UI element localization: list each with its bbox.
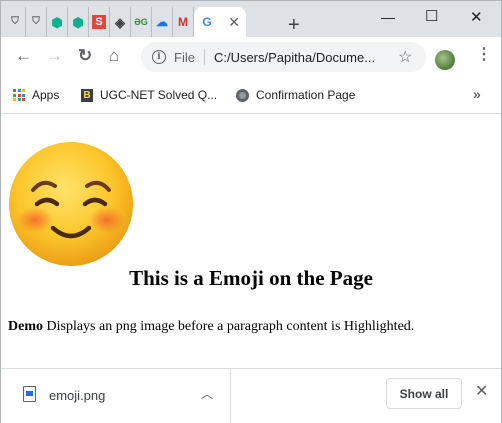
minimize-icon[interactable]: — xyxy=(381,9,395,25)
browser-window: ⛉ ⛉ ⬢ ⬢ S ◈ ƏG ☁ M G ✕ + — ☐ ✕ ← → ↻ ⌂ i… xyxy=(0,0,502,423)
bookmark-apps-label: Apps xyxy=(32,88,60,102)
tab-2[interactable]: ⛉ xyxy=(26,7,47,37)
tab-list: ⛉ ⛉ ⬢ ⬢ S ◈ ƏG ☁ M G ✕ xyxy=(5,7,246,37)
smiling-emoji-image xyxy=(9,142,133,266)
close-shelf-icon[interactable]: ✕ xyxy=(475,384,488,400)
page-content: This is a Emoji on the Page Demo Display… xyxy=(1,114,501,368)
navigation-toolbar: ← → ↻ ⌂ i File C:/Users/Papitha/Docume..… xyxy=(1,37,501,77)
tab-6[interactable]: ◈ xyxy=(110,7,131,37)
demo-paragraph: Demo Displays an png image before a para… xyxy=(8,319,414,335)
chevron-up-icon[interactable]: ︿ xyxy=(201,385,213,402)
download-item[interactable]: emoji.png ︿ xyxy=(1,369,231,423)
tab-active[interactable]: G ✕ xyxy=(194,7,246,37)
profile-avatar[interactable] xyxy=(435,50,455,70)
show-all-button[interactable]: Show all xyxy=(386,378,462,409)
home-icon[interactable]: ⌂ xyxy=(109,47,119,64)
bookmark-confirmation-page[interactable]: Confirmation Page xyxy=(236,88,355,102)
back-arrow-icon[interactable]: ← xyxy=(15,47,32,64)
globe-icon xyxy=(236,88,249,102)
forward-arrow-icon[interactable]: → xyxy=(46,47,63,64)
url-text[interactable]: C:/Users/Papitha/Docume... xyxy=(214,50,392,65)
tab-close-icon[interactable]: ✕ xyxy=(228,14,240,31)
new-tab-icon[interactable]: + xyxy=(288,15,300,35)
bookmark-ugc-net[interactable]: B UGC-NET Solved Q... xyxy=(81,88,217,102)
gmail-icon: M xyxy=(178,15,188,29)
tab-1[interactable]: ⛉ xyxy=(5,7,26,37)
bookmarks-bar: Apps B UGC-NET Solved Q... Confirmation … xyxy=(1,77,501,114)
demo-label: Demo xyxy=(8,319,43,334)
window-close-icon[interactable]: ✕ xyxy=(470,8,483,26)
tab-strip: ⛉ ⛉ ⬢ ⬢ S ◈ ƏG ☁ M G ✕ + — ☐ ✕ xyxy=(1,1,501,37)
tab-9[interactable]: M xyxy=(173,7,194,37)
bookmark-star-icon[interactable]: ☆ xyxy=(398,50,412,66)
diamond-icon: ◈ xyxy=(115,14,125,30)
cloud-icon: ☁ xyxy=(156,15,168,29)
bookmark-apps[interactable]: Apps xyxy=(13,88,59,102)
google-icon: G xyxy=(202,15,212,29)
download-shelf: emoji.png ︿ Show all ✕ xyxy=(1,368,501,423)
tab-7[interactable]: ƏG xyxy=(131,7,152,37)
more-menu-icon[interactable]: ⋮ xyxy=(476,47,492,63)
tab-4[interactable]: ⬢ xyxy=(68,7,89,37)
bookmark-confirmation-label: Confirmation Page xyxy=(256,88,356,102)
tab-5[interactable]: S xyxy=(89,7,110,37)
image-file-icon xyxy=(23,386,36,402)
ugc-favicon-icon: B xyxy=(81,88,93,102)
page-heading: This is a Emoji on the Page xyxy=(129,266,373,290)
address-bar[interactable]: i File C:/Users/Papitha/Docume... xyxy=(141,42,426,72)
demo-text: Displays an png image before a paragraph… xyxy=(43,319,415,334)
shield-icon: ⛉ xyxy=(11,16,19,27)
shield-icon: ⛉ xyxy=(32,16,40,27)
tab-8[interactable]: ☁ xyxy=(152,7,173,37)
maximize-icon[interactable]: ☐ xyxy=(425,7,438,25)
s-logo-icon: S xyxy=(92,15,106,29)
more-bookmarks-icon[interactable]: » xyxy=(473,86,481,102)
reload-icon[interactable]: ↻ xyxy=(78,47,92,64)
hexagon-icon: ⬢ xyxy=(72,14,84,30)
gfg-logo-icon: ƏG xyxy=(134,16,148,27)
download-filename: emoji.png xyxy=(49,388,106,403)
bookmark-ugc-net-label: UGC-NET Solved Q... xyxy=(100,88,218,102)
tab-3[interactable]: ⬢ xyxy=(47,7,68,37)
scheme-label: File xyxy=(174,49,195,65)
info-icon[interactable]: i xyxy=(152,50,166,64)
hexagon-icon: ⬢ xyxy=(51,14,63,30)
apps-grid-icon xyxy=(13,89,25,101)
omnibox-divider xyxy=(203,49,205,65)
